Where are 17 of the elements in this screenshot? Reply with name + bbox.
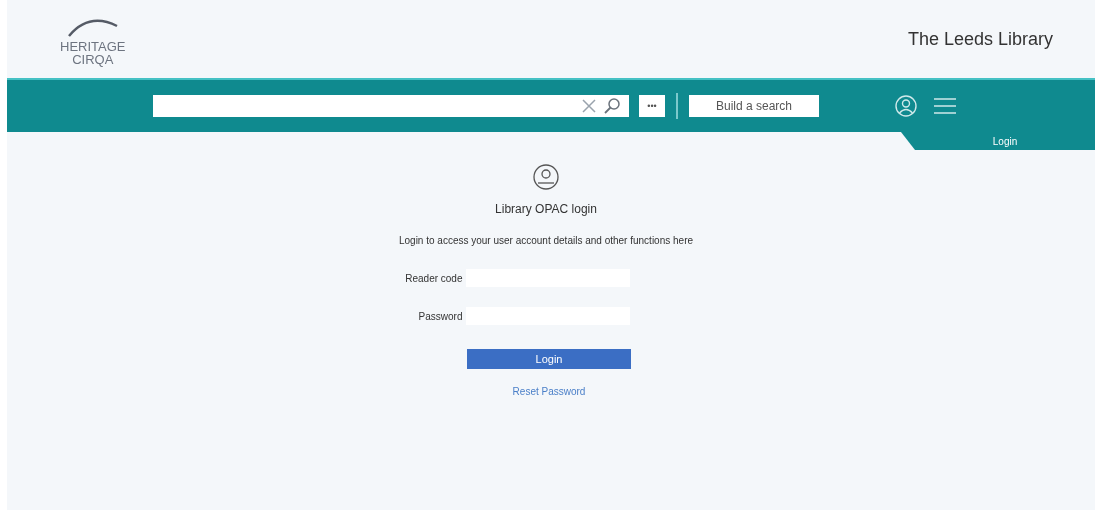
user-icon	[533, 164, 559, 190]
search-icon[interactable]	[603, 97, 621, 115]
search-field[interactable]	[153, 95, 629, 117]
site-title: The Leeds Library	[907, 28, 1053, 50]
user-icon[interactable]	[895, 95, 917, 117]
field-label: Password	[417, 310, 463, 322]
build-search-button[interactable]: Build a search	[689, 95, 819, 117]
login-button[interactable]: Login	[467, 349, 631, 369]
reset-password-link[interactable]: Reset Password	[512, 386, 586, 397]
field-label: Reader code	[404, 272, 463, 284]
clear-icon[interactable]	[581, 98, 597, 114]
login-tab[interactable]: Login	[901, 132, 1095, 150]
more-button[interactable]: •••	[639, 95, 665, 117]
logo[interactable]: HERITAGE CIRQA	[60, 12, 126, 66]
login-title: Library OPAC login	[495, 202, 597, 216]
menu-icon[interactable]	[933, 97, 957, 115]
login-description: Login to access your user account details and other functions here	[398, 235, 694, 246]
